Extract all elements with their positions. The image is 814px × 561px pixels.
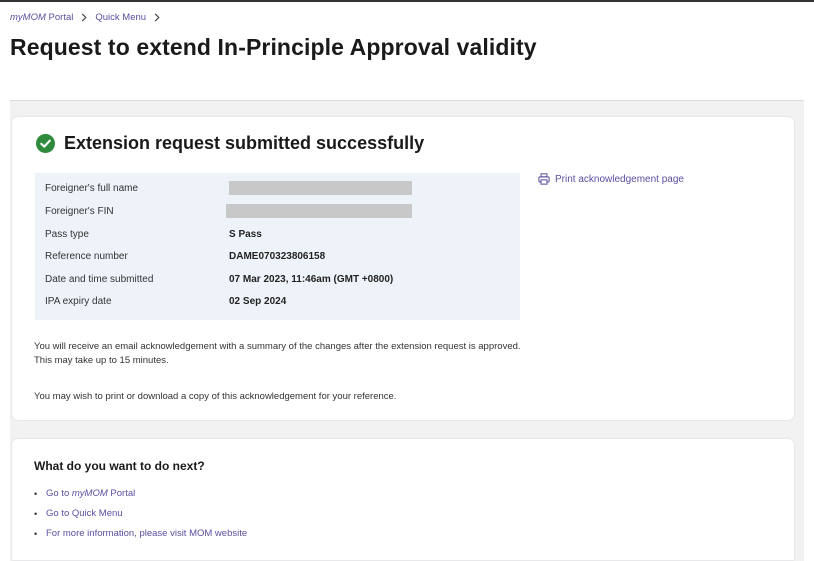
detail-label: Pass type <box>45 228 89 240</box>
redacted-value <box>226 204 412 218</box>
detail-label: Date and time submitted <box>45 273 154 285</box>
link-text: Portal <box>107 488 136 499</box>
breadcrumb-mymom-portal[interactable]: myMOM Portal <box>10 12 73 23</box>
submission-details: Foreigner's full name Foreigner's FIN Pa… <box>35 173 520 320</box>
list-item: • Go to Quick Menu <box>34 507 247 527</box>
check-circle-icon <box>36 134 55 153</box>
success-header: Extension request submitted successfully <box>36 133 424 154</box>
next-steps-list: • Go to myMOM Portal • Go to Quick Menu … <box>34 487 247 547</box>
bullet-icon: • <box>34 509 38 519</box>
breadcrumb-mymom-italic: myMOM <box>10 12 46 23</box>
detail-row-full-name: Foreigner's full name <box>45 181 515 195</box>
breadcrumb-quick-menu[interactable]: Quick Menu <box>95 12 146 23</box>
detail-value: DAME070323806158 <box>229 250 326 262</box>
bullet-icon: • <box>34 529 38 539</box>
go-to-mymom-portal-link[interactable]: Go to myMOM Portal <box>46 487 135 501</box>
breadcrumb: myMOM Portal Quick Menu <box>10 12 161 23</box>
print-acknowledgement-link[interactable]: Print acknowledgement page <box>538 173 684 185</box>
detail-row-date-submitted: Date and time submitted 07 Mar 2023, 11:… <box>45 272 515 286</box>
detail-label: Reference number <box>45 250 128 262</box>
next-steps-card: What do you want to do next? • Go to myM… <box>12 439 794 560</box>
chevron-right-icon <box>80 13 88 22</box>
print-acknowledgement-label: Print acknowledgement page <box>555 173 684 185</box>
detail-row-ipa-expiry: IPA expiry date 02 Sep 2024 <box>45 294 515 308</box>
next-steps-title: What do you want to do next? <box>34 459 205 473</box>
detail-label: Foreigner's FIN <box>45 205 114 217</box>
detail-row-fin: Foreigner's FIN <box>45 204 515 218</box>
detail-row-pass-type: Pass type S Pass <box>45 227 515 241</box>
go-to-quick-menu-link[interactable]: Go to Quick Menu <box>46 507 123 521</box>
list-item: • For more information, please visit MOM… <box>34 527 247 547</box>
acknowledgement-card: Extension request submitted successfully… <box>12 117 794 420</box>
bullet-icon: • <box>34 489 38 499</box>
detail-row-reference-number: Reference number DAME070323806158 <box>45 249 515 263</box>
redacted-value <box>229 181 412 195</box>
link-text-italic: myMOM <box>71 488 108 499</box>
breadcrumb-mymom-rest: Portal <box>45 12 74 23</box>
email-info-text: You will receive an email acknowledgemen… <box>34 341 521 366</box>
list-item: • Go to myMOM Portal <box>34 487 247 507</box>
link-text: Go to <box>46 488 72 499</box>
top-border <box>0 0 814 2</box>
printer-icon <box>538 173 550 185</box>
mom-website-link[interactable]: For more information, please visit MOM w… <box>46 527 247 541</box>
print-info-text: You may wish to print or download a copy… <box>34 391 397 402</box>
detail-label: Foreigner's full name <box>45 182 139 194</box>
detail-label: IPA expiry date <box>45 295 112 307</box>
detail-value: S Pass <box>229 228 262 240</box>
success-title: Extension request submitted successfully <box>64 133 425 153</box>
detail-value: 07 Mar 2023, 11:46am (GMT +0800) <box>229 273 394 285</box>
page-title: Request to extend In-Principle Approval … <box>10 34 537 60</box>
detail-value: 02 Sep 2024 <box>229 295 287 307</box>
chevron-right-icon <box>153 13 161 22</box>
